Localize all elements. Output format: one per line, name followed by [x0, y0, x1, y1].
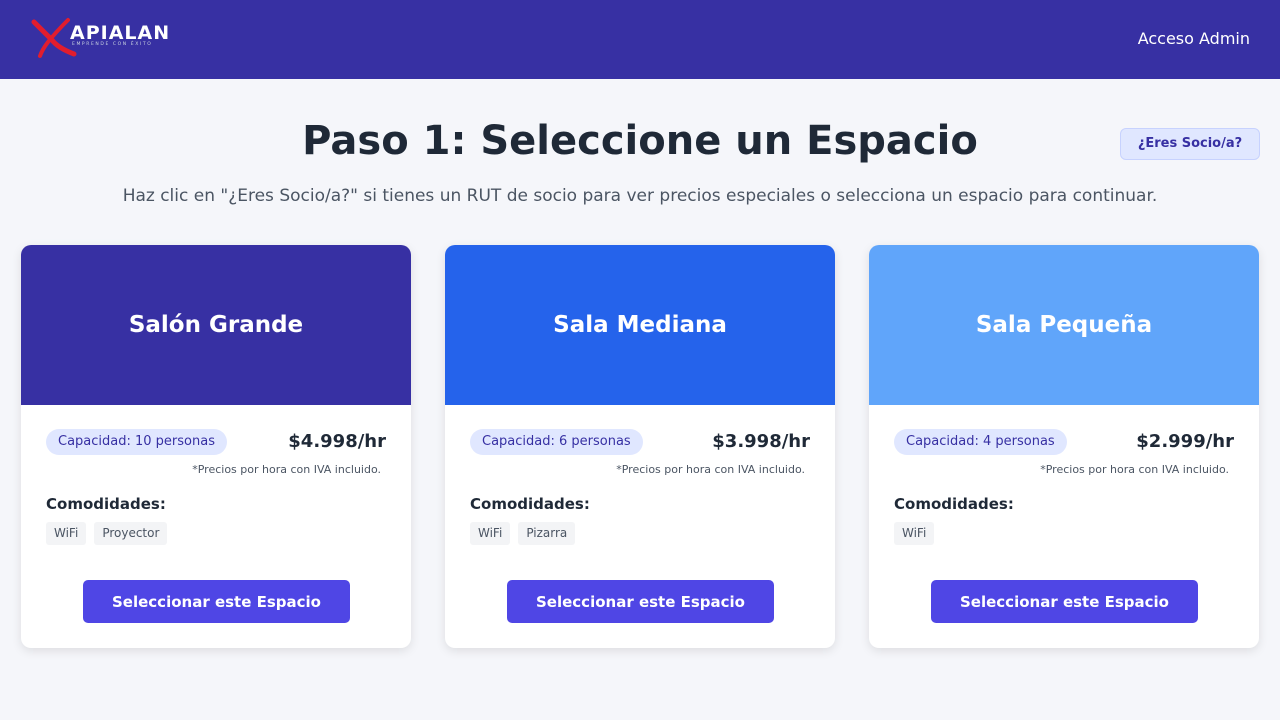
amenities-list: WiFi Pizarra [470, 522, 576, 545]
amenity-tag: WiFi [470, 522, 511, 545]
capacity-badge: Capacidad: 6 personas [470, 429, 643, 455]
amenities-heading: Comodidades: [46, 495, 166, 513]
amenity-tag: WiFi [894, 522, 935, 545]
are-you-member-button[interactable]: ¿Eres Socio/a? [1120, 128, 1260, 160]
card-body: Capacidad: 6 personas $3.998/hr *Precios… [445, 405, 835, 648]
select-space-button[interactable]: Seleccionar este Espacio [507, 580, 774, 623]
amenities-heading: Comodidades: [894, 495, 1014, 513]
capacity-badge: Capacidad: 4 personas [894, 429, 1067, 455]
space-card-sala-mediana: Sala Mediana Capacidad: 6 personas $3.99… [445, 245, 835, 648]
amenities-heading: Comodidades: [470, 495, 590, 513]
card-body: Capacidad: 10 personas $4.998/hr *Precio… [21, 405, 411, 648]
card-header: Salón Grande [21, 245, 411, 405]
price-note: *Precios por hora con IVA incluido. [1040, 463, 1229, 476]
price-note: *Precios por hora con IVA incluido. [192, 463, 381, 476]
price-per-hour: $4.998/hr [288, 431, 386, 452]
price-per-hour: $3.998/hr [712, 431, 810, 452]
card-header: Sala Pequeña [869, 245, 1259, 405]
price-per-hour: $2.999/hr [1136, 431, 1234, 452]
amenity-tag: WiFi [46, 522, 87, 545]
card-body: Capacidad: 4 personas $2.999/hr *Precios… [869, 405, 1259, 648]
top-navbar: APIALAN EMPRENDE CON ÉXITO Acceso Admin [0, 0, 1280, 79]
price-note: *Precios por hora con IVA incluido. [616, 463, 805, 476]
amenity-tag: Pizarra [518, 522, 576, 545]
page-subtitle: Haz clic en "¿Eres Socio/a?" si tienes u… [122, 186, 1158, 206]
amenities-list: WiFi Proyector [46, 522, 168, 545]
select-space-button[interactable]: Seleccionar este Espacio [931, 580, 1198, 623]
space-name: Sala Pequeña [975, 312, 1153, 338]
space-name: Salón Grande [128, 312, 304, 338]
space-card-salon-grande: Salón Grande Capacidad: 10 personas $4.9… [21, 245, 411, 648]
admin-login-link[interactable]: Acceso Admin [1138, 29, 1250, 48]
capacity-badge: Capacidad: 10 personas [46, 429, 227, 455]
amenity-tag: Proyector [94, 522, 168, 545]
logo-wordmark: APIALAN [70, 22, 170, 44]
space-name: Sala Mediana [553, 312, 727, 338]
select-space-button[interactable]: Seleccionar este Espacio [83, 580, 350, 623]
amenities-list: WiFi [894, 522, 935, 545]
card-header: Sala Mediana [445, 245, 835, 405]
space-card-sala-pequena: Sala Pequeña Capacidad: 4 personas $2.99… [869, 245, 1259, 648]
page-title: Paso 1: Seleccione un Espacio [302, 118, 978, 164]
apialan-logo[interactable]: APIALAN EMPRENDE CON ÉXITO [30, 16, 180, 60]
